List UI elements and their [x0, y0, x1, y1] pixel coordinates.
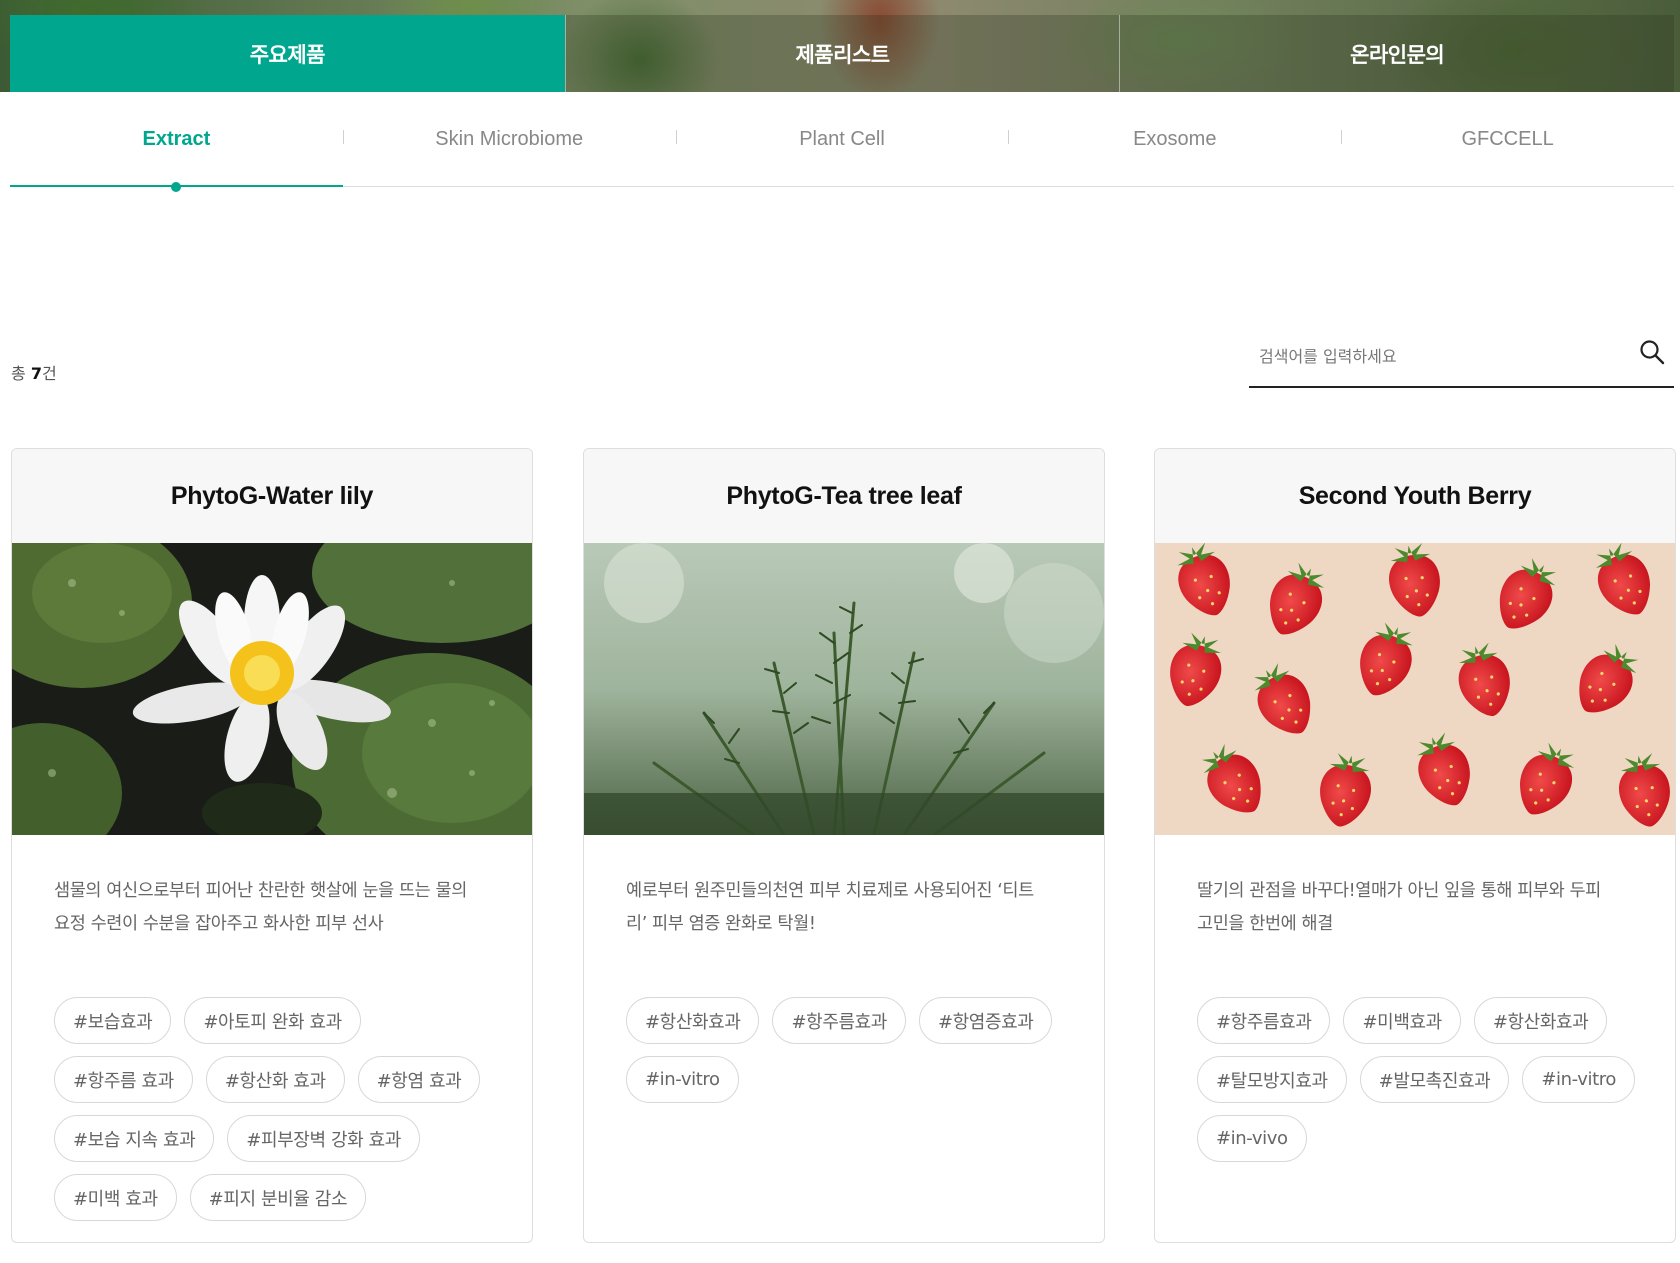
top-tab-online-inquiry[interactable]: 온라인문의: [1119, 15, 1675, 92]
tab-gfccell[interactable]: GFCCELL: [1341, 92, 1674, 186]
tab-label: Extract: [142, 127, 211, 150]
result-count: 총 7건: [11, 360, 57, 384]
active-indicator-dot: [171, 182, 182, 192]
description-line: 딸기의 관점을 바꾸다!열매가 아닌 잎을 통해 피부와 두피: [1197, 881, 1601, 901]
category-tabs: Extract Skin Microbiome Plant Cell Exoso…: [10, 92, 1674, 192]
description-line: 고민을 한번에 해결: [1197, 914, 1333, 934]
tag[interactable]: #보습효과: [54, 997, 172, 1044]
tag[interactable]: #발모촉진효과: [1359, 1056, 1510, 1103]
product-card[interactable]: PhytoG-Tea tree leaf 예로부터 원주민들의천연 피부 치료제…: [583, 448, 1105, 1243]
description-line: 샘물의 여신으로부터 피어난 찬란한 햇살에 눈을 뜨는 물의: [54, 881, 467, 901]
tag[interactable]: #in-vitro: [1522, 1056, 1635, 1103]
product-description: 딸기의 관점을 바꾸다!열매가 아닌 잎을 통해 피부와 두피 고민을 한번에 …: [1155, 835, 1675, 985]
count-suffix: 건: [41, 364, 57, 383]
tag[interactable]: #항주름 효과: [54, 1056, 193, 1103]
top-tabs: 주요제품 제품리스트 온라인문의: [10, 15, 1675, 92]
product-description: 샘물의 여신으로부터 피어난 찬란한 햇살에 눈을 뜨는 물의 요정 수련이 수…: [12, 835, 532, 985]
tab-plant-cell[interactable]: Plant Cell: [675, 92, 1009, 186]
tag[interactable]: #보습 지속 효과: [54, 1115, 215, 1162]
tab-extract[interactable]: Extract: [10, 92, 343, 192]
tag[interactable]: #피지 분비율 감소: [189, 1174, 367, 1221]
product-title: PhytoG-Water lily: [12, 449, 532, 543]
tab-exosome[interactable]: Exosome: [1008, 92, 1341, 186]
tab-label: Exosome: [1133, 127, 1217, 150]
tag[interactable]: #항산화효과: [1473, 997, 1608, 1044]
top-tab-product-list[interactable]: 제품리스트: [564, 15, 1120, 92]
product-card[interactable]: PhytoG-Water lily 샘물의 여신으로부터 피어난 찬란한 햇살에…: [11, 448, 533, 1243]
tag[interactable]: #피부장벽 강화 효과: [227, 1115, 420, 1162]
tag[interactable]: #항염증효과: [918, 997, 1053, 1044]
tag[interactable]: #항산화 효과: [205, 1056, 345, 1103]
tea-tree-leaf-photo: [584, 543, 1104, 835]
tag[interactable]: #항염 효과: [357, 1056, 481, 1103]
tag[interactable]: #항산화효과: [626, 997, 760, 1044]
tag[interactable]: #미백효과: [1343, 997, 1461, 1044]
tab-label: Plant Cell: [799, 127, 885, 150]
tab-skin-microbiome[interactable]: Skin Microbiome: [342, 92, 676, 186]
product-description: 예로부터 원주민들의천연 피부 치료제로 사용되어진 ‘티트 리’ 피부 염증 …: [584, 835, 1104, 985]
tag-list: #항주름효과 #미백효과 #항산화효과 #탈모방지효과 #발모촉진효과 #in-…: [1155, 997, 1675, 1162]
water-lily-photo: [12, 543, 532, 835]
tag-list: #보습효과 #아토피 완화 효과 #항주름 효과 #항산화 효과 #항염 효과 …: [12, 997, 532, 1221]
tag-list: #항산화효과 #항주름효과 #항염증효과 #in-vitro: [584, 997, 1104, 1103]
count-value: 7: [30, 364, 42, 383]
tag[interactable]: #아토피 완화 효과: [184, 997, 361, 1044]
description-line: 요정 수련이 수분을 잡아주고 화사한 피부 선사: [54, 914, 384, 934]
top-tab-main-products[interactable]: 주요제품: [10, 15, 565, 92]
product-title: Second Youth Berry: [1155, 449, 1675, 543]
tag[interactable]: #항주름효과: [1197, 997, 1331, 1044]
tag[interactable]: #in-vivo: [1197, 1115, 1307, 1162]
count-prefix: 총: [11, 364, 31, 383]
search-box: [1249, 330, 1674, 388]
tag[interactable]: #in-vitro: [626, 1056, 739, 1103]
description-line: 예로부터 원주민들의천연 피부 치료제로 사용되어진 ‘티트: [626, 881, 1034, 901]
product-title: PhytoG-Tea tree leaf: [584, 449, 1104, 543]
tag[interactable]: #항주름효과: [772, 997, 906, 1044]
description-line: 리’ 피부 염증 완화로 탁월!: [626, 914, 816, 934]
tag[interactable]: #미백 효과: [54, 1174, 177, 1221]
strawberry-photo: [1155, 543, 1675, 835]
search-input[interactable]: [1259, 340, 1609, 372]
tag[interactable]: #탈모방지효과: [1197, 1056, 1347, 1103]
hero-banner: 주요제품 제품리스트 온라인문의: [0, 0, 1680, 92]
search-icon[interactable]: [1638, 338, 1666, 366]
product-card[interactable]: Second Youth Berry 딸기의 관점을 바꾸다!열매가 아닌 잎을…: [1154, 448, 1676, 1243]
tab-label: GFCCELL: [1461, 127, 1554, 150]
tab-label: Skin Microbiome: [435, 127, 584, 150]
